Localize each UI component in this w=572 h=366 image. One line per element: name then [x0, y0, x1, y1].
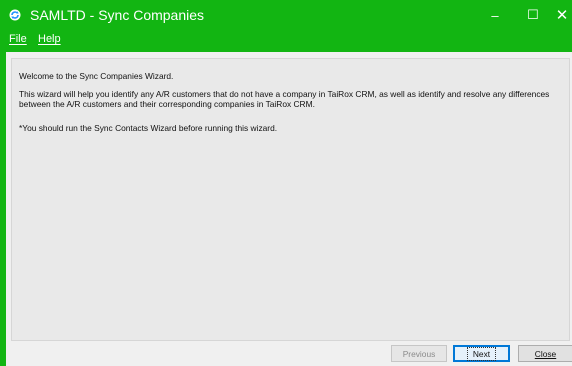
- sync-app-icon: [9, 9, 21, 21]
- wizard-description-text: This wizard will help you identify any A…: [19, 89, 550, 109]
- sync-companies-window: SAMLTD - Sync Companies – ☐ ✕ File Help …: [0, 0, 572, 366]
- title-bar[interactable]: SAMLTD - Sync Companies – ☐ ✕: [0, 0, 572, 30]
- maximize-button[interactable]: ☐: [514, 0, 552, 30]
- next-button-label: Next: [466, 346, 497, 361]
- minimize-icon: –: [491, 7, 499, 23]
- menu-bar: File Help: [0, 30, 572, 50]
- menu-help[interactable]: Help: [38, 33, 61, 45]
- prerequisite-note: *You should run the Sync Contacts Wizard…: [19, 123, 278, 133]
- close-icon: ✕: [555, 7, 569, 24]
- wizard-client-area: Welcome to the Sync Companies Wizard. Th…: [6, 52, 572, 366]
- maximize-icon: ☐: [527, 7, 539, 22]
- close-button-label: Close: [534, 348, 557, 359]
- previous-button[interactable]: Previous: [391, 345, 447, 362]
- close-button[interactable]: Close: [518, 345, 572, 362]
- minimize-button[interactable]: –: [476, 0, 514, 30]
- wizard-text-panel: Welcome to the Sync Companies Wizard. Th…: [11, 58, 570, 341]
- menu-file[interactable]: File: [9, 33, 27, 45]
- window-title: SAMLTD - Sync Companies: [30, 7, 205, 23]
- previous-button-label: Previous: [402, 348, 436, 359]
- welcome-text: Welcome to the Sync Companies Wizard.: [19, 71, 174, 81]
- close-window-button[interactable]: ✕: [552, 0, 572, 30]
- next-button[interactable]: Next: [453, 345, 510, 362]
